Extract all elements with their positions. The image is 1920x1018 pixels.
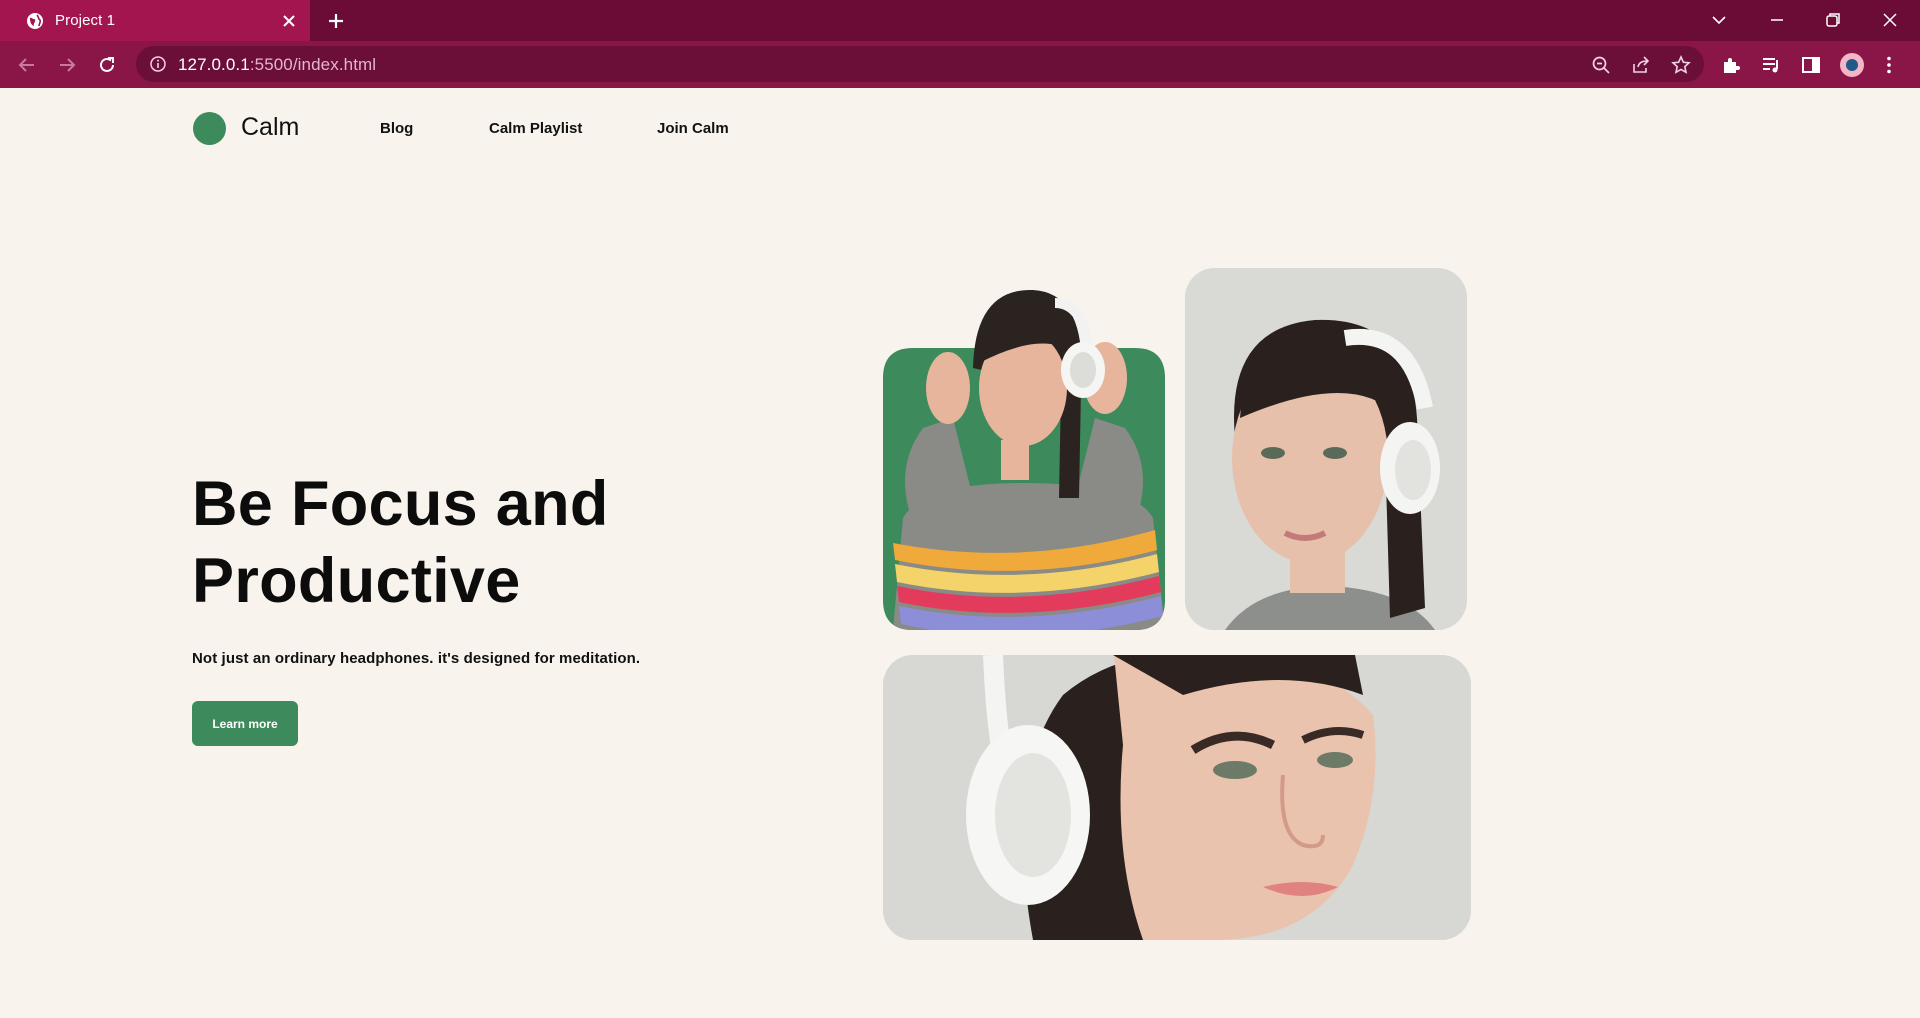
plus-icon[interactable] [326,11,346,31]
arrow-left-icon[interactable] [16,54,38,76]
star-icon[interactable] [1671,55,1691,75]
window-close-icon[interactable] [1880,10,1900,30]
close-icon[interactable] [280,12,298,30]
photo-woman-green-background [883,268,1165,630]
url-path: :5500/index.html [249,55,377,74]
restore-icon[interactable] [1823,10,1843,30]
hero-title-line-2: Productive [192,546,521,616]
tab-title: Project 1 [55,12,116,29]
globe-icon [26,12,44,30]
chevron-down-icon[interactable] [1709,10,1729,30]
zoom-out-icon[interactable] [1591,55,1611,75]
url-host: 127.0.0.1 [178,55,250,74]
kebab-menu-icon[interactable] [1878,54,1900,76]
address-bar[interactable]: 127.0.0.1:5500/index.html [136,46,1704,82]
arrow-right-icon[interactable] [56,54,78,76]
hero-subtitle: Not just an ordinary headphones. it's de… [192,650,641,667]
share-icon[interactable] [1631,55,1651,75]
learn-more-button[interactable]: Learn more [192,701,298,746]
browser-tab-strip: Project 1 [0,0,1920,41]
side-panel-icon[interactable] [1800,54,1822,76]
browser-toolbar: 127.0.0.1:5500/index.html [0,41,1920,88]
browser-tab[interactable]: Project 1 [0,0,310,41]
puzzle-icon[interactable] [1720,54,1742,76]
nav-link-join-calm[interactable]: Join Calm [657,120,729,137]
photo-woman-portrait [1185,268,1467,630]
url-text: 127.0.0.1:5500/index.html [178,55,376,75]
nav-link-calm-playlist[interactable]: Calm Playlist [489,120,582,137]
hero-title: Be Focus and Productive [192,466,752,620]
logo-text[interactable]: Calm [241,113,299,142]
page-viewport: Calm Blog Calm Playlist Join Calm Be Foc… [0,88,1920,1018]
reload-icon[interactable] [96,54,118,76]
profile-avatar[interactable] [1840,53,1864,77]
hero-title-line-1: Be Focus and [192,469,609,539]
minimize-icon[interactable] [1767,10,1787,30]
nav-link-blog[interactable]: Blog [380,120,413,137]
media-queue-icon[interactable] [1760,54,1782,76]
site-info-icon[interactable] [150,56,166,72]
photo-woman-closeup [883,655,1471,940]
logo-mark [193,112,226,145]
